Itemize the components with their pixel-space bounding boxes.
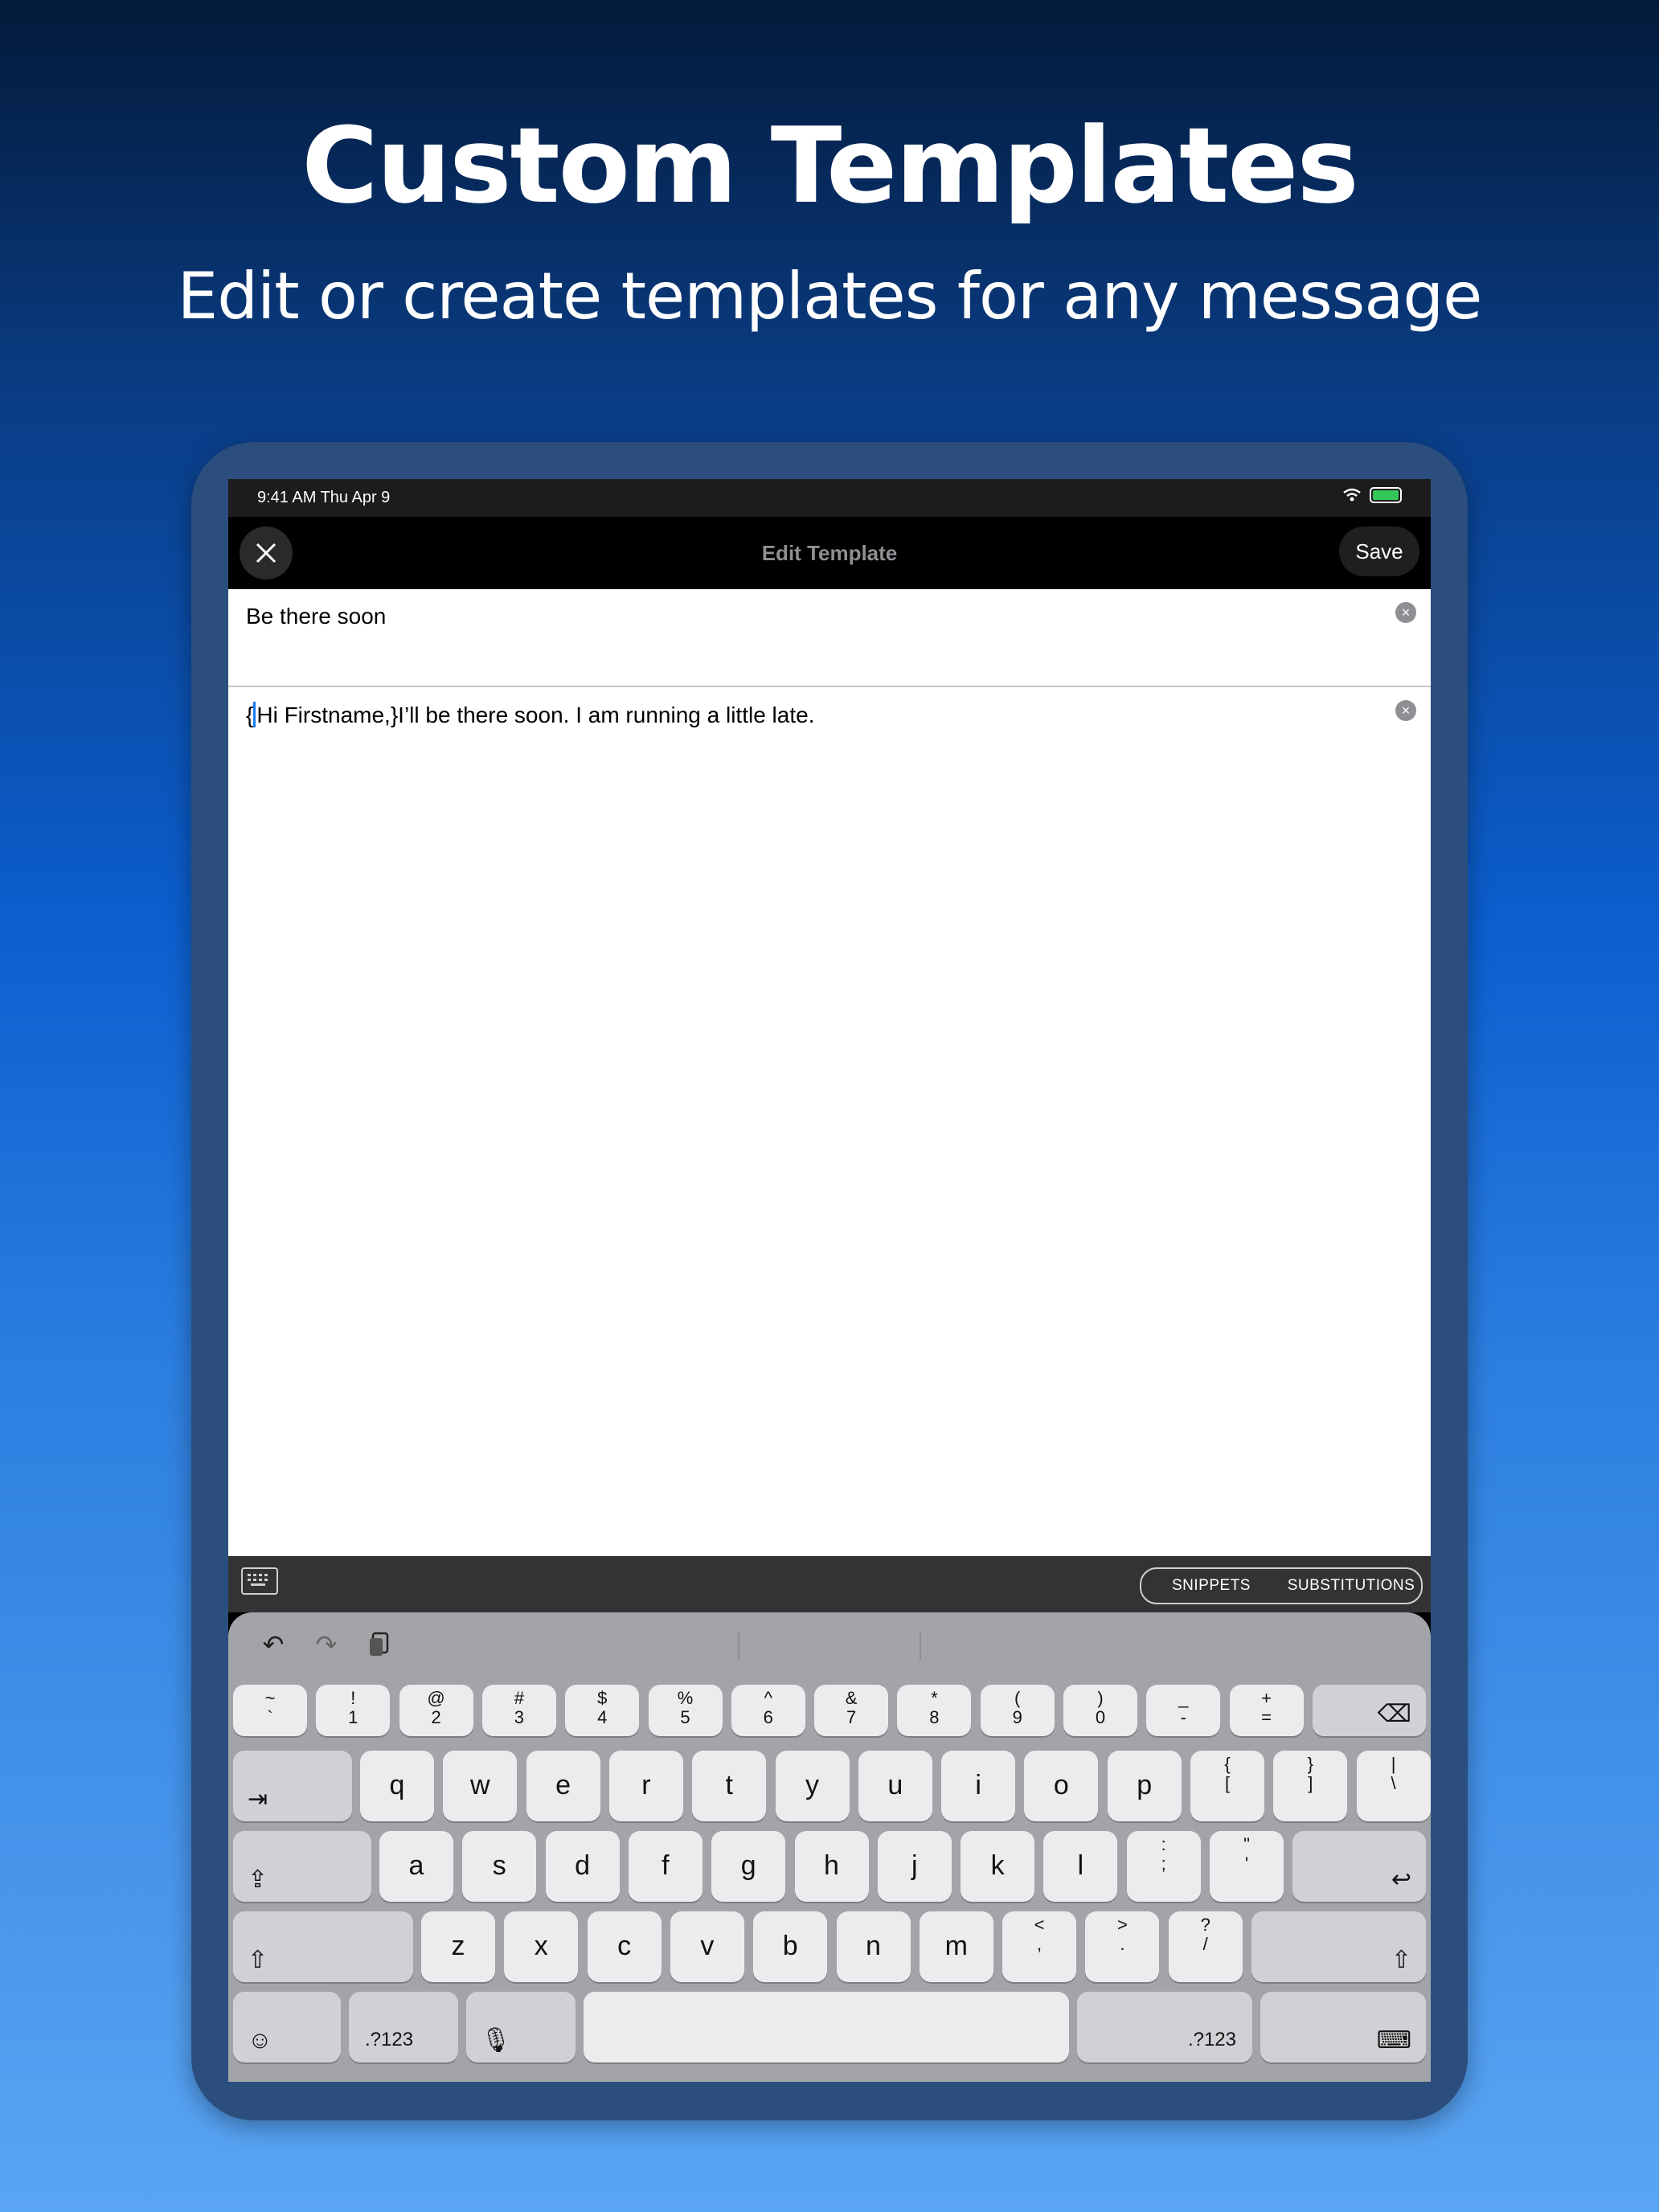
template-body-value: {Hi Firstname,}I’ll be there soon. I am … — [246, 702, 814, 728]
status-bar: 9:41 AM Thu Apr 9 — [228, 479, 1431, 517]
redo-icon[interactable]: ↷ — [310, 1628, 342, 1661]
body-open-brace: { — [246, 703, 254, 727]
delete-key[interactable]: ⌫ — [1312, 1685, 1426, 1736]
promo-headline: Custom Templates — [301, 104, 1359, 227]
key-b[interactable]: b — [753, 1911, 828, 1982]
snippets-tab[interactable]: SNIPPETS — [1141, 1569, 1281, 1603]
key-n[interactable]: n — [836, 1911, 911, 1982]
key-/[interactable]: ? / — [1168, 1911, 1243, 1982]
key-s[interactable]: s — [462, 1831, 537, 1902]
key--[interactable]: _ - — [1146, 1685, 1221, 1736]
key-2[interactable]: @2 — [399, 1685, 473, 1736]
template-title-value: Be there soon — [246, 604, 387, 629]
key-k[interactable]: k — [961, 1831, 1035, 1902]
key-9[interactable]: (9 — [980, 1685, 1055, 1736]
tab-key[interactable]: ⇥ — [233, 1751, 352, 1821]
template-title-field[interactable]: Be there soon × — [228, 589, 1431, 687]
key-t[interactable]: t — [692, 1751, 767, 1821]
key-8[interactable]: * 8 — [897, 1685, 972, 1736]
key-r[interactable]: r — [608, 1751, 683, 1821]
paste-icon[interactable] — [363, 1628, 395, 1661]
toolbar-divider — [920, 1632, 921, 1661]
left-shift-key[interactable]: ⇧ — [233, 1911, 413, 1982]
key-3[interactable]: #3 — [481, 1685, 556, 1736]
keyboard-dismiss-key[interactable]: ⌨ — [1260, 1992, 1426, 2062]
key-1[interactable]: ! 1 — [316, 1685, 391, 1736]
key-'[interactable]: " ' — [1210, 1831, 1284, 1902]
key-[[interactable]: {[ — [1190, 1751, 1264, 1821]
text-cursor — [253, 702, 256, 727]
numbers-key-right[interactable]: .?123 — [1077, 1992, 1252, 2062]
key-a[interactable]: a — [379, 1831, 453, 1902]
key-\[interactable]: | \ — [1356, 1751, 1431, 1821]
key-v[interactable]: v — [670, 1911, 744, 1982]
key-,[interactable]: <, — [1002, 1911, 1077, 1982]
key-z[interactable]: z — [421, 1911, 495, 1982]
key-x[interactable]: x — [504, 1911, 579, 1982]
keyboard-dismiss-icon[interactable] — [241, 1567, 278, 1595]
caps-lock-key[interactable]: ⇪ — [233, 1831, 371, 1902]
clear-title-icon[interactable]: × — [1395, 602, 1416, 623]
key-=[interactable]: + = — [1229, 1685, 1304, 1736]
key-e[interactable]: e — [526, 1751, 600, 1821]
save-button[interactable]: Save — [1339, 526, 1419, 576]
body-text: Hi Firstname,}I’ll be there soon. I am r… — [256, 703, 815, 727]
key-;[interactable]: :; — [1126, 1831, 1201, 1902]
status-time: 9:41 AM Thu Apr 9 — [257, 489, 391, 506]
numbers-key-left[interactable]: .?123 — [349, 1992, 458, 2062]
key-i[interactable]: i — [941, 1751, 1016, 1821]
key-o[interactable]: o — [1024, 1751, 1099, 1821]
page-title: Edit Template — [761, 541, 898, 565]
key-0[interactable]: ) 0 — [1063, 1685, 1137, 1736]
key-q[interactable]: q — [360, 1751, 434, 1821]
ipad-screen: 9:41 AM Thu Apr 9 Edit Template Save Be … — [228, 479, 1431, 2082]
key-g[interactable]: g — [711, 1831, 786, 1902]
key-y[interactable]: y — [775, 1751, 850, 1821]
dictation-key[interactable]: 🎙 — [466, 1992, 576, 2062]
key-7[interactable]: & 7 — [814, 1685, 889, 1736]
keyboard-toolbar: ↶ ↷ — [228, 1612, 1431, 1680]
key-p[interactable]: p — [1107, 1751, 1182, 1821]
key-m[interactable]: m — [919, 1911, 993, 1982]
key-w[interactable]: w — [443, 1751, 518, 1821]
right-shift-key[interactable]: ⇧ — [1251, 1911, 1426, 1982]
promo-subheadline: Edit or create templates for any message — [177, 259, 1483, 334]
key-d[interactable]: d — [545, 1831, 620, 1902]
status-icons — [1342, 487, 1402, 503]
key-.[interactable]: >. — [1085, 1911, 1160, 1982]
wifi-icon — [1343, 488, 1361, 502]
onscreen-keyboard: ↶ ↷ ~ `! 1 @2 #3 $4% 5 ^ 6 & 7 * 8(9) 0 _ - + = ⌫ ⇥ q w e r t y u i… — [228, 1612, 1431, 2082]
undo-icon[interactable]: ↶ — [257, 1628, 289, 1661]
key-5[interactable]: % 5 — [648, 1685, 723, 1736]
nav-bar: Edit Template Save — [228, 517, 1431, 589]
space-key[interactable] — [584, 1992, 1069, 2062]
key-`[interactable]: ~ ` — [233, 1685, 307, 1736]
key-u[interactable]: u — [858, 1751, 932, 1821]
key-f[interactable]: f — [628, 1831, 703, 1902]
key-][interactable]: }] — [1273, 1751, 1348, 1821]
key-c[interactable]: c — [587, 1911, 662, 1982]
clear-body-icon[interactable]: × — [1395, 700, 1416, 721]
template-body-field[interactable]: {Hi Firstname,}I’ll be there soon. I am … — [228, 687, 1431, 1556]
battery-icon — [1370, 487, 1402, 503]
key-h[interactable]: h — [794, 1831, 869, 1902]
snippets-substitutions-segmented: SNIPPETS SUBSTITUTIONS — [1140, 1567, 1423, 1604]
substitutions-tab[interactable]: SUBSTITUTIONS — [1281, 1569, 1421, 1603]
toolbar-divider — [738, 1632, 739, 1661]
emoji-key[interactable]: ☺ — [233, 1992, 341, 2062]
return-key[interactable]: ↩ — [1292, 1831, 1426, 1902]
key-6[interactable]: ^ 6 — [731, 1685, 805, 1736]
key-4[interactable]: $4 — [565, 1685, 640, 1736]
key-j[interactable]: j — [877, 1831, 952, 1902]
keyboard-accessory-bar: SNIPPETS SUBSTITUTIONS — [228, 1556, 1431, 1612]
key-l[interactable]: l — [1043, 1831, 1118, 1902]
